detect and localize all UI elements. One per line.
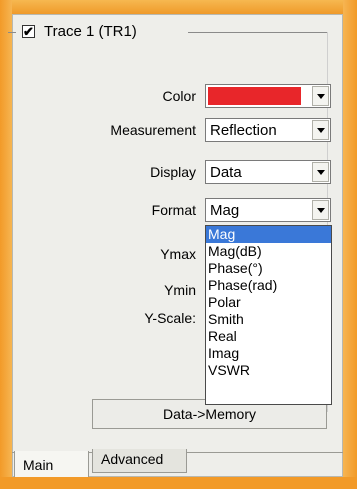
- ymax-label: Ymax: [160, 246, 196, 262]
- format-option-polar[interactable]: Polar: [206, 294, 331, 311]
- format-label: Format: [151, 202, 196, 218]
- chevron-down-icon[interactable]: [312, 200, 329, 220]
- measurement-select[interactable]: Reflection: [205, 118, 331, 142]
- format-option-real[interactable]: Real: [206, 328, 331, 345]
- format-dropdown-list[interactable]: Mag Mag(dB) Phase(°) Phase(rad) Polar Sm…: [205, 225, 332, 405]
- window-frame-left: [0, 0, 12, 489]
- tab-advanced[interactable]: Advanced: [92, 449, 187, 473]
- measurement-label: Measurement: [110, 122, 196, 138]
- format-select[interactable]: Mag: [205, 198, 331, 222]
- format-option-mag-db[interactable]: Mag(dB): [206, 243, 331, 260]
- window-frame-top: [0, 0, 357, 14]
- window-frame-right: [343, 0, 357, 489]
- chevron-down-icon[interactable]: [312, 162, 329, 182]
- format-option-mag[interactable]: Mag: [206, 226, 331, 243]
- format-option-vswr[interactable]: VSWR: [206, 362, 331, 379]
- measurement-value: Reflection: [210, 122, 277, 139]
- format-option-smith[interactable]: Smith: [206, 311, 331, 328]
- trace-group-title: Trace 1 (TR1): [44, 23, 137, 40]
- trace-color-swatch: [208, 87, 301, 105]
- group-border-left: [8, 32, 16, 33]
- format-value: Mag: [210, 202, 240, 219]
- window-frame-bottom: [0, 477, 357, 489]
- format-option-phase-deg[interactable]: Phase(°): [206, 260, 331, 277]
- color-select[interactable]: [205, 84, 331, 108]
- format-option-imag[interactable]: Imag: [206, 345, 331, 362]
- chevron-down-icon[interactable]: [312, 86, 329, 106]
- format-option-phase-rad[interactable]: Phase(rad): [206, 277, 331, 294]
- ymin-label: Ymin: [164, 282, 196, 298]
- display-value: Data: [210, 164, 242, 181]
- color-label: Color: [162, 88, 196, 104]
- y-scale-label: Y-Scale:: [144, 310, 196, 326]
- display-label: Display: [150, 164, 196, 180]
- chevron-down-icon[interactable]: [312, 120, 329, 140]
- display-select[interactable]: Data: [205, 160, 331, 184]
- trace-enable-checkbox[interactable]: ✔: [22, 25, 35, 38]
- tab-main[interactable]: Main: [14, 451, 89, 477]
- group-border-top: [188, 32, 328, 33]
